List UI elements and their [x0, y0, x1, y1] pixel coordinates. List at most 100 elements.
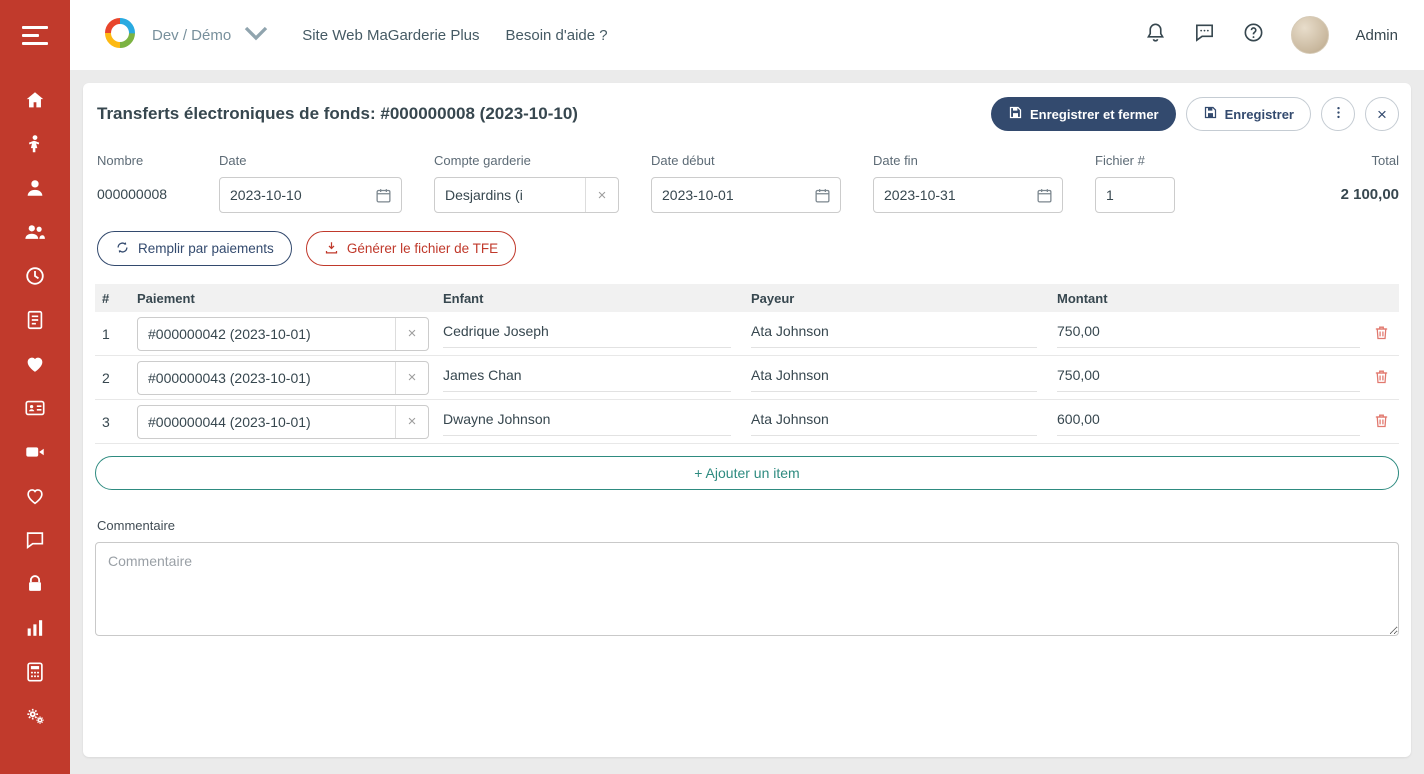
payeur-field[interactable]: Ata Johnson	[751, 320, 1037, 348]
sidebar-item-home[interactable]	[0, 91, 70, 113]
clear-icon[interactable]: ×	[395, 362, 428, 394]
video-icon	[24, 441, 46, 468]
download-icon	[324, 240, 339, 258]
child-icon	[24, 133, 46, 160]
delete-row-button[interactable]	[1363, 368, 1399, 388]
nav-link-help[interactable]: Besoin d'aide ?	[506, 27, 608, 44]
montant-field[interactable]: 750,00	[1057, 364, 1360, 392]
help-button[interactable]	[1242, 21, 1265, 49]
table-row: 1 × Cedrique Joseph Ata Johnson 750,00	[95, 312, 1399, 356]
tfe-form: Nombre 000000008 Date Compte garderie	[95, 153, 1399, 213]
date-fin-input-group	[873, 177, 1063, 213]
save-and-close-label: Enregistrer et fermer	[1030, 107, 1159, 122]
paiement-input[interactable]	[138, 370, 395, 386]
messages-icon	[1193, 21, 1216, 49]
avatar[interactable]	[1291, 16, 1329, 54]
remplir-par-paiements-button[interactable]: Remplir par paiements	[97, 231, 292, 266]
nombre-value: 000000008	[97, 177, 187, 211]
sidebar-item-invoices[interactable]	[0, 311, 70, 333]
col-header-enfant: Enfant	[443, 291, 751, 306]
generer-fichier-tfe-button[interactable]: Générer le fichier de TFE	[306, 231, 516, 266]
sidebar-item-statistics[interactable]	[0, 619, 70, 641]
sidebar-item-settings[interactable]	[0, 707, 70, 729]
sidebar-item-clients[interactable]	[0, 179, 70, 201]
remplir-label: Remplir par paiements	[138, 241, 274, 256]
clear-icon[interactable]: ×	[585, 178, 618, 212]
date-debut-input[interactable]	[652, 187, 810, 203]
clear-icon[interactable]: ×	[395, 318, 428, 350]
compte-garderie-value: Desjardins (i	[435, 187, 585, 203]
calendar-icon[interactable]	[371, 187, 401, 204]
delete-row-button[interactable]	[1363, 412, 1399, 432]
app-root: Dev / Démo Site Web MaGarderie Plus Beso…	[0, 0, 1424, 774]
environment-label: Dev / Démo	[152, 27, 231, 44]
sidebar-item-children[interactable]	[0, 135, 70, 157]
paiement-select[interactable]: ×	[137, 361, 429, 395]
enfant-field[interactable]: Cedrique Joseph	[443, 320, 731, 348]
sidebar-item-groups[interactable]	[0, 223, 70, 245]
nav-link-site-web[interactable]: Site Web MaGarderie Plus	[302, 27, 479, 44]
calculator-icon	[24, 661, 46, 688]
calendar-icon[interactable]	[810, 187, 840, 204]
field-compte-garderie: Compte garderie Desjardins (i ×	[434, 153, 619, 213]
date-fin-label: Date fin	[873, 153, 1063, 168]
save-and-close-button[interactable]: Enregistrer et fermer	[991, 97, 1176, 131]
clear-icon[interactable]: ×	[395, 406, 428, 438]
montant-field[interactable]: 600,00	[1057, 408, 1360, 436]
heart-icon	[24, 353, 46, 380]
close-icon: ×	[1377, 106, 1387, 123]
chat-icon	[24, 529, 46, 556]
paiement-select[interactable]: ×	[137, 317, 429, 351]
field-fichier: Fichier #	[1095, 153, 1175, 213]
id-card-icon	[24, 397, 46, 424]
paiement-input[interactable]	[138, 326, 395, 342]
more-options-button[interactable]	[1321, 97, 1355, 131]
enfant-field[interactable]: James Chan	[443, 364, 731, 392]
delete-row-button[interactable]	[1363, 324, 1399, 344]
fichier-input[interactable]	[1096, 187, 1174, 203]
sidebar-item-health[interactable]	[0, 355, 70, 377]
enfant-field[interactable]: Dwayne Johnson	[443, 408, 731, 436]
menu-icon	[22, 23, 48, 47]
add-item-button[interactable]: + Ajouter un item	[95, 456, 1399, 490]
compte-garderie-select[interactable]: Desjardins (i ×	[434, 177, 619, 213]
row-number: 2	[95, 370, 137, 386]
row-number: 1	[95, 326, 137, 342]
field-date-debut: Date début	[651, 153, 841, 213]
payeur-field[interactable]: Ata Johnson	[751, 364, 1037, 392]
sidebar-item-accounting[interactable]	[0, 663, 70, 685]
close-panel-button[interactable]: ×	[1365, 97, 1399, 131]
nombre-label: Nombre	[97, 153, 187, 168]
sidebar-item-cards[interactable]	[0, 399, 70, 421]
sidebar-item-messages[interactable]	[0, 531, 70, 553]
payeur-field[interactable]: Ata Johnson	[751, 408, 1037, 436]
table-row: 3 × Dwayne Johnson Ata Johnson 600,00	[95, 400, 1399, 444]
date-fin-input[interactable]	[874, 187, 1032, 203]
menu-toggle-button[interactable]	[0, 0, 70, 70]
sidebar-item-video[interactable]	[0, 443, 70, 465]
col-header-num: #	[95, 291, 137, 306]
heart-outline-icon	[24, 485, 46, 512]
sidebar-item-favorites[interactable]	[0, 487, 70, 509]
messages-button[interactable]	[1193, 21, 1216, 49]
top-bar: Dev / Démo Site Web MaGarderie Plus Beso…	[70, 0, 1424, 70]
montant-field[interactable]: 750,00	[1057, 320, 1360, 348]
bell-icon	[1144, 21, 1167, 49]
user-name: Admin	[1355, 27, 1398, 44]
calendar-icon[interactable]	[1032, 187, 1062, 204]
paiement-select[interactable]: ×	[137, 405, 429, 439]
paiement-input[interactable]	[138, 414, 395, 430]
sidebar-item-security[interactable]	[0, 575, 70, 597]
sidebar-item-schedule[interactable]	[0, 267, 70, 289]
environment-selector[interactable]: Dev / Démo	[152, 13, 276, 57]
person-icon	[24, 177, 46, 204]
fichier-label: Fichier #	[1095, 153, 1175, 168]
field-date: Date	[219, 153, 402, 213]
date-input[interactable]	[220, 187, 371, 203]
comment-textarea[interactable]	[95, 542, 1399, 636]
comment-label: Commentaire	[95, 518, 1399, 533]
notifications-button[interactable]	[1144, 21, 1167, 49]
tfe-panel: Transferts électroniques de fonds: #0000…	[83, 83, 1411, 757]
date-label: Date	[219, 153, 402, 168]
save-button[interactable]: Enregistrer	[1186, 97, 1311, 131]
